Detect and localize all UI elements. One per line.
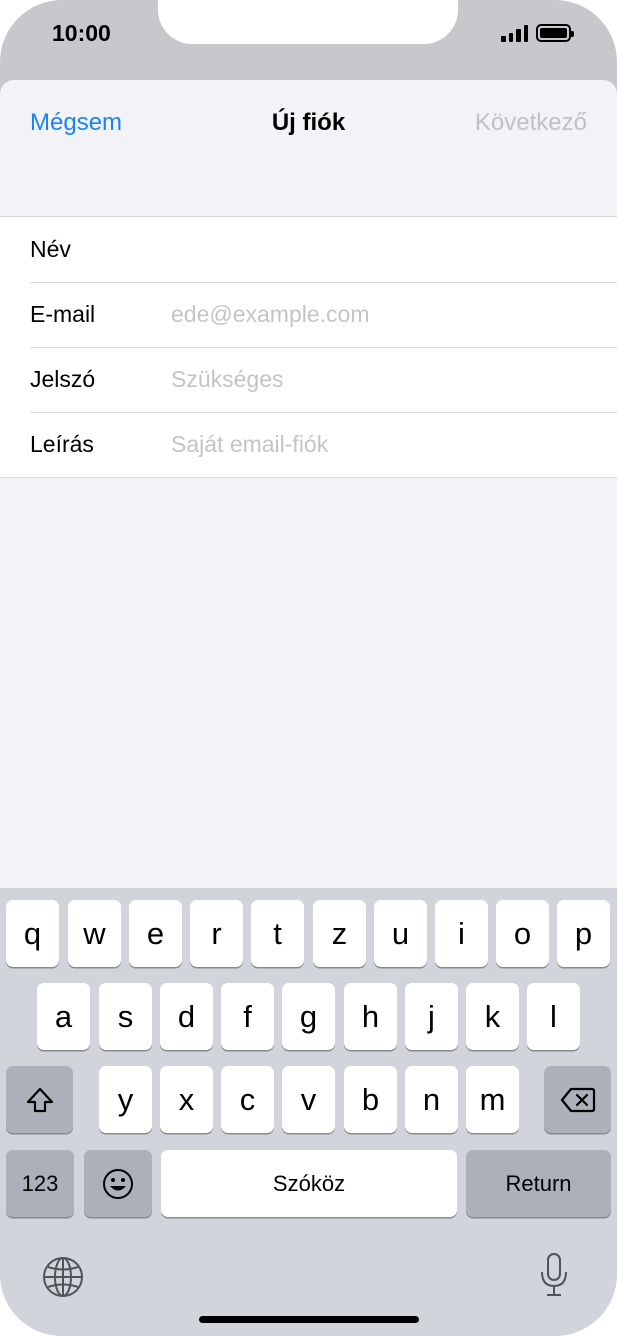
- email-label: E-mail: [30, 301, 96, 327]
- keyboard: q w e r t z u i o p a s d f g h j k l y …: [0, 888, 617, 1336]
- shift-icon: [26, 1087, 53, 1112]
- microphone-icon[interactable]: [538, 1252, 570, 1298]
- key-m[interactable]: m: [466, 1066, 519, 1133]
- phone-screen: 10:00 Mégsem Új fiók Következő Név E-mai…: [0, 0, 617, 1336]
- key-j[interactable]: j: [405, 983, 458, 1050]
- signal-icon: [501, 25, 528, 42]
- key-a[interactable]: a: [37, 983, 90, 1050]
- key-f[interactable]: f: [221, 983, 274, 1050]
- key-s[interactable]: s: [99, 983, 152, 1050]
- new-account-sheet: Mégsem Új fiók Következő Név E-mail Jels…: [0, 80, 617, 888]
- key-k[interactable]: k: [466, 983, 519, 1050]
- next-button[interactable]: Következő: [475, 109, 587, 137]
- account-form: Név E-mail Jelszó Leírás: [0, 216, 617, 478]
- key-h[interactable]: h: [344, 983, 397, 1050]
- description-row: Leírás: [0, 412, 617, 477]
- key-w[interactable]: w: [68, 900, 121, 967]
- key-t[interactable]: t: [251, 900, 304, 967]
- key-o[interactable]: o: [496, 900, 549, 967]
- status-icons: [501, 24, 574, 42]
- key-c[interactable]: c: [221, 1066, 274, 1133]
- key-e[interactable]: e: [129, 900, 182, 967]
- key-x[interactable]: x: [160, 1066, 213, 1133]
- email-row: E-mail: [0, 282, 617, 347]
- delete-icon: [560, 1087, 595, 1112]
- name-label: Név: [30, 236, 71, 262]
- name-input[interactable]: [171, 236, 597, 263]
- password-row: Jelszó: [0, 347, 617, 412]
- key-b[interactable]: b: [344, 1066, 397, 1133]
- space-key[interactable]: Szóköz: [161, 1150, 457, 1217]
- delete-key[interactable]: [544, 1066, 611, 1133]
- password-label: Jelszó: [30, 366, 96, 392]
- password-input[interactable]: [171, 366, 597, 393]
- description-label: Leírás: [30, 431, 94, 457]
- key-g[interactable]: g: [282, 983, 335, 1050]
- name-row: Név: [0, 217, 617, 282]
- emoji-key[interactable]: [84, 1150, 152, 1217]
- key-z[interactable]: z: [313, 900, 366, 967]
- status-time: 10:00: [52, 20, 111, 46]
- return-key[interactable]: Return: [466, 1150, 611, 1217]
- shift-key[interactable]: [6, 1066, 73, 1133]
- key-p[interactable]: p: [557, 900, 610, 967]
- key-n[interactable]: n: [405, 1066, 458, 1133]
- key-i[interactable]: i: [435, 900, 488, 967]
- description-input[interactable]: [171, 431, 597, 458]
- nav-bar: Mégsem Új fiók Következő: [0, 80, 617, 216]
- email-input[interactable]: [171, 301, 597, 328]
- globe-icon[interactable]: [42, 1256, 84, 1298]
- key-u[interactable]: u: [374, 900, 427, 967]
- emoji-icon: [103, 1168, 133, 1199]
- key-v[interactable]: v: [282, 1066, 335, 1133]
- key-y[interactable]: y: [99, 1066, 152, 1133]
- battery-icon: [536, 24, 574, 42]
- key-r[interactable]: r: [190, 900, 243, 967]
- key-l[interactable]: l: [527, 983, 580, 1050]
- key-d[interactable]: d: [160, 983, 213, 1050]
- key-q[interactable]: q: [6, 900, 59, 967]
- home-indicator[interactable]: [199, 1316, 419, 1323]
- notch: [158, 0, 458, 44]
- numbers-key[interactable]: 123: [6, 1150, 74, 1217]
